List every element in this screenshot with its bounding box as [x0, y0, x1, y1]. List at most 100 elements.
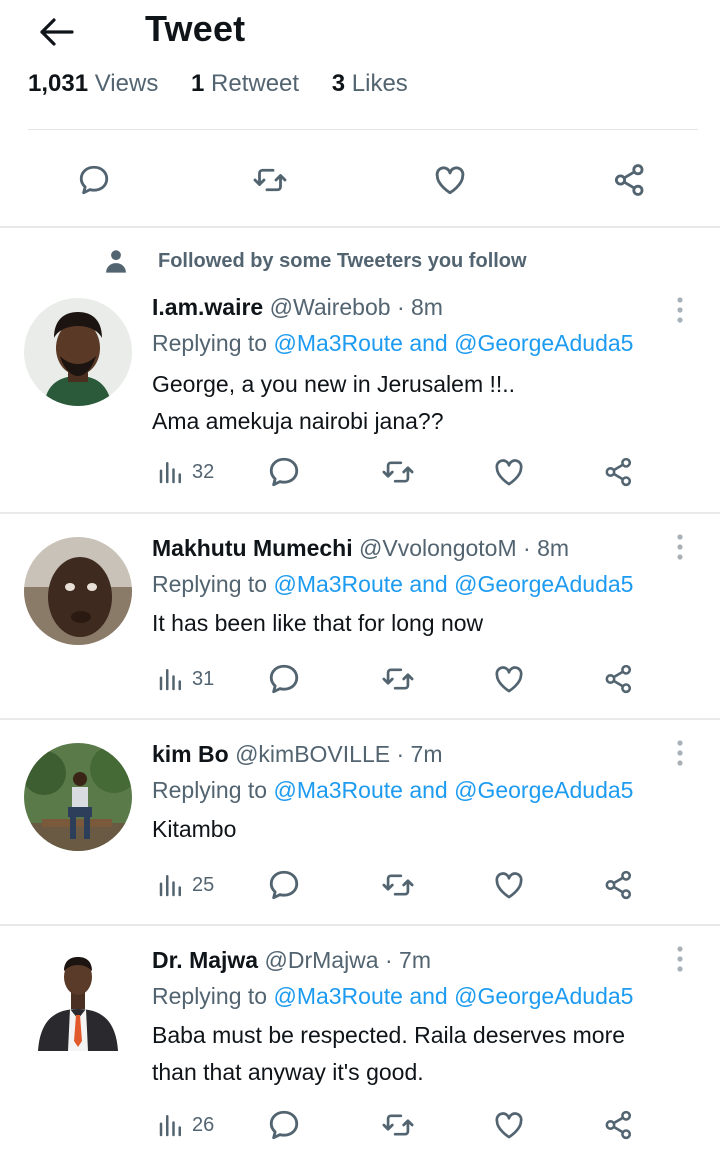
like-button[interactable]: [491, 659, 527, 699]
share-button[interactable]: [602, 1105, 636, 1145]
views-count: 31: [192, 667, 215, 690]
mention-and[interactable]: and: [409, 777, 447, 803]
retweet-icon: [382, 668, 414, 690]
mention-link[interactable]: @Ma3Route: [273, 777, 402, 803]
mention-link[interactable]: @GeorgeAduda5: [454, 330, 633, 356]
social-context-text: Followed by some Tweeters you follow: [158, 249, 527, 272]
reply-tweet[interactable]: Dr. Majwa @DrMajwa · 7m Replying to @Ma3…: [0, 939, 720, 1158]
reply-text: It has been like that for long now: [152, 610, 484, 636]
divider: [0, 924, 720, 926]
views-stat[interactable]: 1,031 Views: [28, 70, 158, 96]
reply-tweet[interactable]: Makhutu Mumechi @VvolongotoM · 8m Replyi…: [0, 527, 720, 719]
views-count: 25: [192, 873, 215, 896]
arrow-left-icon: [40, 18, 74, 46]
reply-tweet[interactable]: kim Bo @kimBOVILLE · 7m Replying to @Ma3…: [0, 733, 720, 925]
like-button[interactable]: [491, 452, 527, 492]
retweet-button[interactable]: [380, 865, 416, 905]
reply-button[interactable]: [266, 452, 302, 492]
share-button[interactable]: [602, 865, 636, 905]
mention-and[interactable]: and: [409, 571, 447, 597]
more-options-button[interactable]: [662, 735, 698, 771]
reply-header: kim Bo @kimBOVILLE · 7m: [152, 741, 443, 768]
like-icon: [435, 166, 465, 195]
likes-stat[interactable]: 3 Likes: [332, 70, 408, 96]
retweet-icon: [382, 1114, 414, 1136]
retweets-stat[interactable]: 1 Retweet: [191, 70, 299, 96]
analytics-icon: [159, 1115, 181, 1137]
retweet-button[interactable]: [380, 452, 416, 492]
user-handle[interactable]: @kimBOVILLE: [235, 741, 390, 767]
avatar[interactable]: [24, 537, 132, 645]
avatar[interactable]: [24, 743, 132, 851]
views-button[interactable]: 26: [156, 1105, 214, 1145]
reply-button[interactable]: [266, 1105, 302, 1145]
share-button[interactable]: [602, 659, 636, 699]
share-button[interactable]: [602, 452, 636, 492]
replying-to: Replying to @Ma3Route and @GeorgeAduda5: [152, 330, 634, 356]
reply-action-bar: 32: [0, 452, 720, 492]
like-button[interactable]: [491, 1105, 527, 1145]
timestamp[interactable]: 8m: [411, 294, 443, 320]
retweet-button[interactable]: [248, 160, 292, 200]
analytics-icon: [159, 875, 181, 897]
reply-icon: [269, 664, 299, 694]
display-name[interactable]: Makhutu Mumechi: [152, 535, 353, 561]
like-button[interactable]: [428, 160, 472, 200]
reply-button[interactable]: [72, 160, 116, 200]
display-name[interactable]: I.am.waire: [152, 294, 263, 320]
timestamp[interactable]: 7m: [399, 947, 431, 973]
views-button[interactable]: 31: [156, 659, 214, 699]
share-button[interactable]: [608, 160, 652, 200]
top-bar: Tweet: [0, 0, 720, 62]
reply-icon: [79, 165, 109, 195]
back-button[interactable]: [34, 12, 78, 52]
mention-link[interactable]: @Ma3Route: [273, 330, 402, 356]
like-icon: [495, 666, 523, 693]
retweet-button[interactable]: [380, 659, 416, 699]
avatar[interactable]: [24, 943, 132, 1051]
user-handle[interactable]: @DrMajwa: [265, 947, 379, 973]
share-icon: [605, 457, 632, 487]
timestamp[interactable]: 8m: [537, 535, 569, 561]
share-icon: [605, 1110, 632, 1140]
reply-action-bar: 31: [0, 659, 720, 699]
more-vertical-icon: [677, 946, 683, 972]
reply-action-bar: 26: [0, 1105, 720, 1145]
reply-icon: [269, 870, 299, 900]
reply-header: I.am.waire @Wairebob · 8m: [152, 294, 443, 321]
retweet-icon: [253, 168, 287, 192]
mention-link[interactable]: @GeorgeAduda5: [454, 983, 633, 1009]
more-vertical-icon: [677, 740, 683, 766]
mention-link[interactable]: @GeorgeAduda5: [454, 571, 633, 597]
more-options-button[interactable]: [662, 941, 698, 977]
reply-button[interactable]: [266, 865, 302, 905]
tweet-action-bar: [0, 148, 720, 212]
avatar[interactable]: [24, 298, 132, 406]
user-handle[interactable]: @Wairebob: [270, 294, 391, 320]
separator-dot: ·: [523, 535, 531, 561]
mention-link[interactable]: @GeorgeAduda5: [454, 777, 633, 803]
more-vertical-icon: [677, 534, 683, 560]
retweet-button[interactable]: [380, 1105, 416, 1145]
display-name[interactable]: kim Bo: [152, 741, 229, 767]
more-options-button[interactable]: [662, 529, 698, 565]
reply-button[interactable]: [266, 659, 302, 699]
mention-and[interactable]: and: [409, 983, 447, 1009]
replying-to: Replying to @Ma3Route and @GeorgeAduda5: [152, 983, 634, 1009]
social-context: Followed by some Tweeters you follow: [102, 246, 527, 276]
display-name[interactable]: Dr. Majwa: [152, 947, 258, 973]
reply-text: Baba must be respected. Raila deserves m…: [152, 1022, 626, 1085]
views-button[interactable]: 25: [156, 865, 214, 905]
divider: [0, 718, 720, 720]
more-options-button[interactable]: [662, 292, 698, 328]
divider: [0, 512, 720, 514]
timestamp[interactable]: 7m: [411, 741, 443, 767]
reply-tweet[interactable]: I.am.waire @Wairebob · 8m Replying to @M…: [0, 286, 720, 512]
user-handle[interactable]: @VvolongotoM: [359, 535, 517, 561]
mention-link[interactable]: @Ma3Route: [273, 983, 402, 1009]
mention-link[interactable]: @Ma3Route: [273, 571, 402, 597]
share-icon: [605, 664, 632, 694]
views-button[interactable]: 32: [156, 452, 214, 492]
mention-and[interactable]: and: [409, 330, 447, 356]
like-button[interactable]: [491, 865, 527, 905]
